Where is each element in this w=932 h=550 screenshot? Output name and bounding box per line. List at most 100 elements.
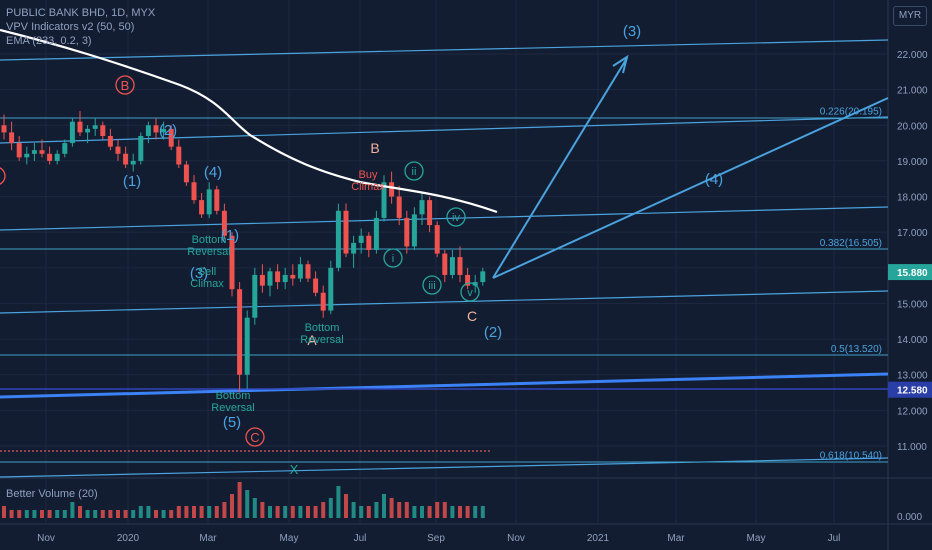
wave-label-3b: (3) [623,23,641,40]
volume-bar [131,510,136,518]
wave-label-c: C [467,308,477,324]
chart-title: PUBLIC BANK BHD, 1D, MYX [6,7,156,19]
candle-body [9,132,15,144]
candle-body [457,257,463,275]
indicator-ema[interactable]: EMA (233, 0.2, 3) [6,34,155,48]
volume-bar [161,510,166,518]
volume-bar [366,506,371,518]
volume-bar [214,506,219,518]
volume-bar [184,506,189,518]
time-tick: Nov [507,533,525,544]
volume-bar [24,510,29,518]
volume-bar [62,510,67,518]
price-tick: 19.000 [897,157,928,168]
volume-bar [40,510,44,518]
indicator-vpv[interactable]: VPV Indicators v2 (50, 50) [6,20,155,34]
candle-body [366,235,372,250]
volume-bar [237,482,242,518]
price-badge-value: 12.580 [897,386,928,397]
price-tick: 17.000 [897,228,928,239]
volume-bar [260,502,265,518]
volume-bar [230,494,234,518]
candle-body [282,274,288,283]
candle-body [419,200,425,215]
volume-bar [138,506,143,518]
volume-bar [268,506,272,518]
candle-body [77,121,83,133]
candle-body [335,210,341,268]
wave-label-5: (5) [223,414,241,431]
volume-bar [328,498,333,518]
wave-label-4: (4) [204,164,222,181]
time-tick: May [747,533,766,544]
candle-body [130,160,136,165]
volume-bar [359,506,364,518]
candle-body [275,271,281,283]
candle-body [39,150,45,154]
volume-bar [85,510,90,518]
circled-label-b: B [121,78,130,93]
candle-body [31,150,37,154]
price-tick: 21.000 [897,86,928,97]
candle-body [411,214,417,247]
candle-body [183,164,189,183]
candle-body [54,153,60,161]
volume-bar [313,506,318,518]
volume-bar [116,510,120,518]
annotation-x: X [290,462,299,477]
volume-bar [427,506,432,518]
volume-bar [435,502,440,518]
candle-body [107,135,113,147]
volume-bar [47,510,52,518]
candle-body [214,189,220,211]
time-tick: Jul [828,533,841,544]
candle-body [92,125,98,129]
candle-body [328,267,334,311]
price-chart[interactable]: 0.226(20.195) 0.382(16.505) 0.5(13.520) 0.6… [0,0,932,550]
volume-bar [336,486,341,518]
volume-bar [222,502,227,518]
candle-body [396,196,402,218]
wave-label-4b: (4) [705,171,723,188]
candle-body [153,125,159,133]
volume-bar [70,502,75,518]
volume-bar [480,506,485,518]
candle-body [176,146,182,165]
volume-bar [9,510,14,518]
candle-body [434,225,440,254]
candle-body [343,210,349,254]
candle-body [191,182,197,201]
candle-body [313,278,319,293]
volume-bar [412,506,417,518]
candle-body [320,292,326,311]
volume-bar [450,506,455,518]
volume-bar [420,506,424,518]
volume-bar [442,502,447,518]
candle-body [480,271,486,283]
wave-label-b: B [370,140,379,156]
candle-body [259,274,265,286]
wave-label-2: (2) [159,122,177,139]
volume-bar [17,510,22,518]
candle-body [206,189,212,215]
candle-body [24,153,30,158]
volume-bar [283,506,288,518]
wave-roman-iii: iii [428,280,435,292]
currency-button[interactable]: MYR [893,6,927,26]
volume-bar [321,502,326,518]
volume-bar [382,494,386,518]
price-tick: 11.000 [897,442,927,453]
wave-roman-i: i [392,253,394,265]
candle-body [358,235,364,243]
candle-body [252,274,258,318]
volume-bar [290,506,295,518]
volume-bar [389,498,394,518]
time-tick: Mar [667,533,685,544]
candle-body [297,264,303,279]
fib-label: 0.382(16.505) [820,238,882,249]
annotation-bottom-reversal-3: Bottom Reversal [211,390,254,414]
candle-body [145,125,151,136]
candle-body [85,128,91,133]
volume-indicator-label[interactable]: Better Volume (20) [6,488,98,500]
candle-body [305,264,311,279]
